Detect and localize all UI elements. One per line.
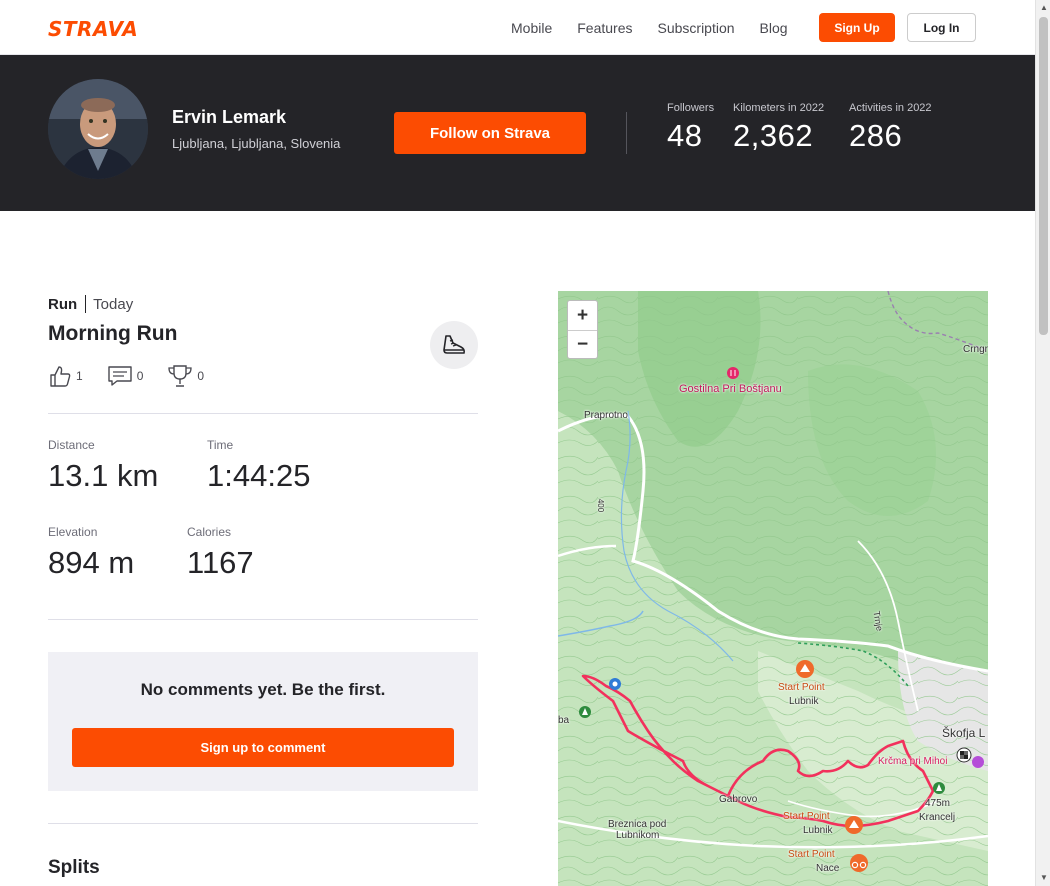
map-canvas: [558, 291, 988, 886]
map-zoom-controls: + −: [567, 300, 598, 359]
map-label-skofja: Škofja L: [942, 726, 986, 740]
splits-heading: Splits: [48, 857, 100, 878]
achievements-button[interactable]: 0: [167, 364, 204, 388]
athlete-name[interactable]: Ervin Lemark: [172, 107, 286, 128]
stat-activities: Activities in 2022 286: [849, 102, 932, 154]
top-nav: STRAVA Mobile Features Subscription Blog…: [0, 0, 1035, 55]
page: STRAVA Mobile Features Subscription Blog…: [0, 0, 1050, 886]
map-label-gostilna: Gostilna Pri Boštjanu: [679, 383, 782, 395]
map-label-krcma: Krčma pri Mihoi: [878, 756, 948, 767]
activity-type-row: Run Today: [48, 295, 133, 313]
stat-value: 2,362: [733, 118, 814, 153]
map-label-lubnik: Lubnik: [803, 825, 833, 836]
strava-logo[interactable]: STRAVA: [48, 17, 138, 41]
follow-button[interactable]: Follow on Strava: [394, 112, 586, 154]
divider: [48, 413, 478, 414]
metric-value: 1167: [187, 545, 254, 580]
map-label-praprotno: Praprotno: [584, 410, 628, 421]
metric-elevation: Elevation 894 m: [48, 525, 134, 581]
map-label-krancelj: Krancelj: [919, 812, 956, 823]
activity-title: Morning Run: [48, 322, 178, 345]
map-label-start-point: Start Point: [778, 682, 825, 693]
log-in-button[interactable]: Log In: [907, 13, 976, 42]
comment-icon: [107, 366, 132, 386]
nav-links: Mobile Features Subscription Blog: [511, 0, 788, 55]
scroll-up-arrow-icon[interactable]: ▲: [1040, 3, 1048, 12]
metric-label: Elevation: [48, 525, 98, 539]
zoom-out-button[interactable]: −: [568, 330, 597, 359]
header-divider: [626, 112, 627, 154]
map-label-elevation: 475m: [925, 798, 951, 809]
sign-up-to-comment-button[interactable]: Sign up to comment: [72, 728, 454, 767]
page-scrollbar[interactable]: ▲ ▼: [1035, 0, 1050, 886]
map-label-crngrob: Crngr: [963, 344, 988, 355]
comments-button[interactable]: 0: [107, 364, 144, 388]
route-map[interactable]: + − Gostilna Pri Boštjanu Praprotno Crng…: [558, 291, 988, 886]
divider: [48, 823, 478, 824]
athlete-header: Ervin Lemark Ljubljana, Ljubljana, Slove…: [0, 55, 1035, 211]
map-label-gabrovo: Gabrovo: [719, 794, 758, 805]
kudos-button[interactable]: 1: [48, 364, 83, 388]
map-label-start-point: Start Point: [783, 811, 830, 822]
divider: [48, 619, 478, 620]
nav-link-subscription[interactable]: Subscription: [658, 20, 735, 36]
metric-label: Calories: [187, 525, 232, 539]
avatar-photo: [48, 79, 148, 179]
athlete-location: Ljubljana, Ljubljana, Slovenia: [172, 136, 341, 151]
social-row: 1 0 0: [48, 364, 228, 388]
stat-label: Followers: [667, 102, 715, 114]
stat-label: Activities in 2022: [849, 102, 932, 114]
metric-value: 1:44:25: [207, 458, 311, 493]
metric-label: Distance: [48, 438, 95, 452]
metric-calories: Calories 1167: [187, 525, 254, 581]
stat-followers: Followers 48: [667, 102, 714, 154]
metric-label: Time: [207, 438, 234, 452]
scroll-down-arrow-icon[interactable]: ▼: [1040, 873, 1048, 882]
map-label-road: 400: [596, 498, 606, 513]
metric-distance: Distance 13.1 km: [48, 438, 158, 494]
thumbs-up-icon: [50, 366, 71, 387]
map-label-breznica: Breznica pod: [608, 819, 667, 830]
activity-date: Today: [93, 295, 134, 313]
run-shoe-badge: [430, 321, 478, 369]
athlete-avatar[interactable]: [48, 79, 148, 179]
type-separator: [85, 295, 87, 313]
zoom-in-button[interactable]: +: [568, 301, 597, 330]
stat-value: 48: [667, 118, 703, 153]
achievements-count: 0: [197, 369, 205, 383]
no-comments-text: No comments yet. Be the first.: [140, 680, 386, 699]
map-label-start-point: Start Point: [788, 849, 835, 860]
sign-up-button[interactable]: Sign Up: [819, 13, 895, 42]
metric-value: 13.1 km: [48, 458, 159, 493]
comments-panel: No comments yet. Be the first. Sign up t…: [48, 652, 478, 791]
stat-kilometers: Kilometers in 2022 2,362: [733, 102, 824, 154]
map-label-lubnik: Lubnik: [789, 696, 819, 707]
metric-time: Time 1:44:25: [207, 438, 310, 494]
comments-count: 0: [136, 369, 144, 383]
nav-link-blog[interactable]: Blog: [760, 20, 788, 36]
stat-label: Kilometers in 2022: [733, 102, 825, 114]
map-label-ba: ba: [558, 715, 570, 726]
metric-value: 894 m: [48, 545, 135, 580]
scroll-thumb[interactable]: [1039, 17, 1048, 335]
activity-type: Run: [48, 295, 78, 313]
shoe-icon: [443, 335, 465, 354]
nav-link-mobile[interactable]: Mobile: [511, 20, 552, 36]
stat-value: 286: [849, 118, 903, 153]
nav-link-features[interactable]: Features: [577, 20, 632, 36]
kudos-count: 1: [76, 369, 83, 383]
trophy-icon: [168, 365, 193, 387]
map-label-nace: Nace: [816, 863, 840, 874]
map-label-lubnikom: Lubnikom: [616, 830, 660, 841]
